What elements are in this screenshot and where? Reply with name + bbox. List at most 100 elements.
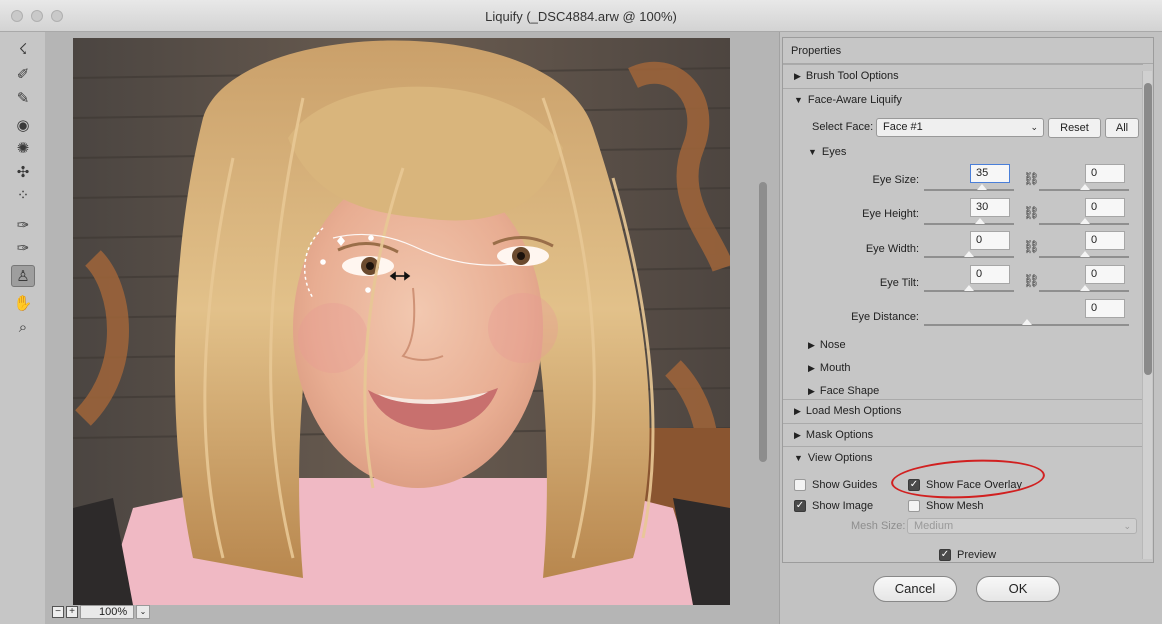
eye-width-label: Eye Width:: [865, 243, 919, 255]
triangle-right-icon: ▶: [808, 340, 815, 350]
section-label: Mask Options: [805, 429, 874, 441]
load-mesh-options-section[interactable]: ▶ Load Mesh Options: [783, 399, 1143, 423]
reconstruct-icon: ✐: [16, 66, 30, 83]
slider-thumb[interactable]: [1080, 218, 1090, 224]
push-left-icon: ⁘: [16, 187, 30, 204]
eye-height-left-input[interactable]: 30: [970, 198, 1010, 217]
show-guides-label: Show Guides: [812, 479, 878, 491]
mesh-size-dropdown[interactable]: Medium ⌄: [907, 518, 1137, 534]
triangle-down-icon: ▼: [794, 453, 803, 463]
zoom-in-button[interactable]: +: [66, 606, 78, 618]
pucker-icon: ✺: [16, 140, 30, 157]
mouth-subsection[interactable]: ▶ Mouth: [808, 362, 851, 374]
mouth-label: Mouth: [819, 362, 851, 374]
face-aware-liquify-section[interactable]: ▼ Face-Aware Liquify: [783, 88, 1143, 112]
show-guides-checkbox[interactable]: [794, 479, 806, 491]
slider-thumb[interactable]: [1022, 319, 1032, 325]
preview-label: Preview: [957, 549, 997, 561]
title-bar: Liquify (_DSC4884.arw @ 100%): [0, 0, 1162, 32]
eye-height-left-slider[interactable]: [924, 223, 1014, 225]
face-shape-label: Face Shape: [819, 385, 880, 397]
freeze-mask-icon: ✑: [16, 217, 30, 234]
portrait-image: [73, 38, 730, 605]
slider-thumb[interactable]: [964, 285, 974, 291]
smooth-tool[interactable]: ✎: [11, 87, 35, 109]
eye-width-left-input[interactable]: 0: [970, 231, 1010, 250]
eye-tilt-right-input[interactable]: 0: [1085, 265, 1125, 284]
slider-thumb[interactable]: [1080, 251, 1090, 257]
properties-panel: Properties ▶ Brush Tool Options ▼ Face-Awa…: [779, 32, 1162, 624]
canvas-area[interactable]: [45, 32, 773, 624]
scrollbar-thumb[interactable]: [1144, 83, 1152, 375]
hand-icon: ✋: [13, 295, 33, 312]
show-mesh-checkbox[interactable]: [908, 500, 920, 512]
properties-title: Properties: [791, 45, 842, 57]
slider-thumb[interactable]: [1080, 285, 1090, 291]
face-shape-subsection[interactable]: ▶ Face Shape: [808, 385, 879, 397]
eye-height-label: Eye Height:: [862, 208, 919, 220]
freeze-mask-tool[interactable]: ✑: [11, 214, 35, 236]
mesh-size-value: Medium: [914, 520, 954, 532]
brush-tool-options-section[interactable]: ▶ Brush Tool Options: [783, 64, 1143, 88]
slider-thumb[interactable]: [1080, 184, 1090, 190]
link-icon[interactable]: ⛓: [1023, 273, 1040, 289]
hand-tool[interactable]: ✋: [11, 292, 35, 314]
zoom-tool[interactable]: ⌕: [11, 316, 35, 338]
slider-thumb[interactable]: [964, 251, 974, 257]
zoom-out-button[interactable]: −: [52, 606, 64, 618]
thaw-mask-tool[interactable]: ✑: [11, 237, 35, 259]
show-image-label: Show Image: [812, 500, 874, 512]
link-icon[interactable]: ⛓: [1023, 239, 1040, 255]
eye-height-right-input[interactable]: 0: [1085, 198, 1125, 217]
slider-thumb[interactable]: [977, 184, 987, 190]
triangle-right-icon: ▶: [808, 386, 815, 396]
eyes-subsection[interactable]: ▼ Eyes: [808, 146, 846, 158]
eye-distance-label: Eye Distance:: [851, 311, 919, 323]
nose-subsection[interactable]: ▶ Nose: [808, 339, 846, 351]
chevron-down-icon: ⌄: [1030, 122, 1038, 132]
reconstruct-tool[interactable]: ✐: [11, 63, 35, 85]
eye-size-left-input[interactable]: 35: [970, 164, 1010, 183]
link-icon[interactable]: ⛓: [1023, 205, 1040, 221]
bloat-icon: ✣: [16, 164, 30, 181]
zoom-level[interactable]: 100%: [80, 605, 134, 619]
select-face-dropdown[interactable]: Face #1 ⌄: [876, 118, 1044, 137]
section-label: Brush Tool Options: [805, 70, 899, 82]
canvas-scrollbar[interactable]: [759, 182, 767, 462]
eye-size-left-slider[interactable]: [924, 189, 1014, 191]
select-face-value: Face #1: [883, 121, 923, 133]
cancel-button[interactable]: Cancel: [873, 576, 957, 602]
photo-preview[interactable]: [73, 38, 730, 605]
tools-panel: ☇ ✐ ✎ ◉ ✺ ✣ ⁘ ✑ ✑ ♙ ✋ ⌕: [0, 32, 45, 624]
eye-distance-input[interactable]: 0: [1085, 299, 1125, 318]
ok-button[interactable]: OK: [976, 576, 1060, 602]
chevron-down-icon[interactable]: ⌄: [136, 605, 150, 619]
reset-button[interactable]: Reset: [1048, 118, 1101, 138]
triangle-right-icon: ▶: [794, 406, 801, 416]
smooth-icon: ✎: [16, 90, 30, 107]
link-icon[interactable]: ⛓: [1023, 171, 1040, 187]
show-image-checkbox[interactable]: ✓: [794, 500, 806, 512]
section-label: Load Mesh Options: [805, 405, 902, 417]
eyes-label: Eyes: [821, 146, 847, 158]
mesh-size-label: Mesh Size:: [851, 520, 906, 532]
eye-tilt-label: Eye Tilt:: [879, 277, 919, 289]
forward-warp-tool[interactable]: ☇: [11, 38, 35, 60]
properties-scrollbar[interactable]: [1142, 71, 1152, 559]
eye-width-right-input[interactable]: 0: [1085, 231, 1125, 250]
twirl-tool[interactable]: ◉: [11, 114, 35, 136]
bloat-tool[interactable]: ✣: [11, 161, 35, 183]
mask-options-section[interactable]: ▶ Mask Options: [783, 423, 1143, 447]
triangle-right-icon: ▶: [794, 71, 801, 81]
all-button[interactable]: All: [1105, 118, 1139, 138]
preview-checkbox[interactable]: ✓: [939, 549, 951, 561]
eye-tilt-left-input[interactable]: 0: [970, 265, 1010, 284]
face-tool[interactable]: ♙: [11, 265, 35, 287]
zoom-icon: ⌕: [18, 318, 28, 336]
slider-thumb[interactable]: [975, 218, 985, 224]
section-label: View Options: [807, 452, 873, 464]
triangle-down-icon: ▼: [808, 147, 817, 157]
push-left-tool[interactable]: ⁘: [11, 184, 35, 206]
pucker-tool[interactable]: ✺: [11, 137, 35, 159]
eye-size-right-input[interactable]: 0: [1085, 164, 1125, 183]
